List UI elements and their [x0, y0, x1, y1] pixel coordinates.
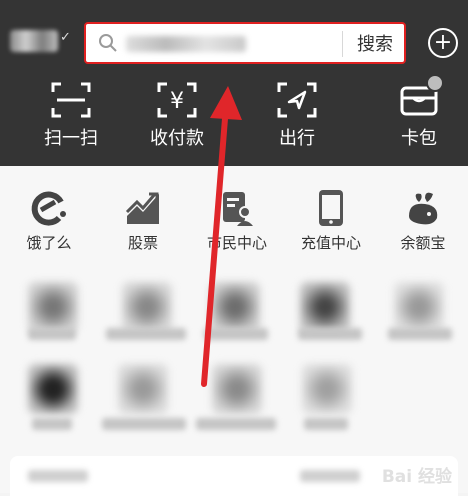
blurred-app-icon[interactable] [122, 282, 172, 332]
app-grid: 饿了么 股票 市民中心 充值中心 余额宝 [0, 166, 468, 496]
blurred-app-icon[interactable] [28, 364, 78, 414]
app-label: 充值中心 [300, 234, 361, 252]
blurred-card-info [300, 470, 360, 482]
eleme-icon [31, 191, 66, 226]
blurred-app-label [204, 328, 268, 340]
payment-code-icon: ¥ [157, 82, 197, 118]
shortcut-label: 收付款 [150, 128, 204, 149]
citizen-center-icon [223, 192, 253, 226]
blurred-app-label [106, 328, 186, 340]
app-label: 余额宝 [400, 234, 446, 252]
blurred-app-label [28, 328, 76, 340]
svg-text:¥: ¥ [170, 89, 184, 114]
blurred-app-label [298, 328, 362, 340]
blurred-app-icon[interactable] [118, 364, 168, 414]
phone-recharge-icon [319, 190, 343, 226]
account-avatar-blurred[interactable] [10, 30, 58, 52]
add-icon[interactable]: + [428, 28, 458, 58]
blurred-app-label [32, 418, 72, 430]
yuebao-icon [409, 192, 438, 225]
app-recharge[interactable]: 充值中心 [286, 188, 376, 253]
blurred-app-label [388, 328, 452, 340]
app-eleme[interactable]: 饿了么 [4, 188, 94, 253]
blurred-app-label [196, 418, 276, 430]
search-button[interactable]: 搜索 [346, 24, 404, 62]
blurred-app-icon[interactable] [394, 282, 444, 332]
chevron-icon: ✓ [60, 30, 71, 45]
blurred-app-icon[interactable] [300, 282, 350, 332]
app-yuebao[interactable]: 余额宝 [378, 188, 468, 253]
scan-button[interactable]: 扫一扫 [26, 82, 116, 152]
shortcut-label: 卡包 [401, 128, 437, 149]
app-citizen-center[interactable]: 市民中心 [192, 188, 282, 253]
app-label: 股票 [127, 234, 158, 252]
search-icon [99, 34, 117, 52]
card-wallet-button[interactable]: 卡包 [374, 74, 464, 152]
travel-button[interactable]: 出行 [252, 82, 342, 152]
shortcut-label: 扫一扫 [44, 128, 98, 149]
app-label: 市民中心 [206, 234, 267, 252]
blurred-app-icon[interactable] [302, 364, 352, 414]
search-bar[interactable]: 搜索 [84, 22, 406, 64]
blurred-app-icon[interactable] [212, 364, 262, 414]
scan-icon [51, 82, 91, 118]
app-stock[interactable]: 股票 [98, 188, 188, 253]
travel-icon [277, 82, 317, 118]
search-divider [342, 31, 343, 57]
blurred-app-icon[interactable] [28, 282, 78, 332]
shortcut-label: 出行 [279, 128, 315, 149]
blurred-card-title [28, 470, 88, 482]
top-header: ✓ 搜索 + 扫一扫 ¥ 收付款 出行 卡包 [0, 0, 468, 166]
app-label: 饿了么 [26, 234, 72, 252]
blurred-app-label [102, 418, 186, 430]
blurred-app-label [304, 418, 348, 430]
watermark: Bai 经验 [381, 467, 452, 487]
payment-button[interactable]: ¥ 收付款 [132, 82, 222, 152]
blurred-app-icon[interactable] [210, 282, 260, 332]
search-placeholder-blurred [126, 36, 246, 52]
stock-chart-icon [125, 192, 159, 224]
notification-badge [426, 74, 444, 92]
